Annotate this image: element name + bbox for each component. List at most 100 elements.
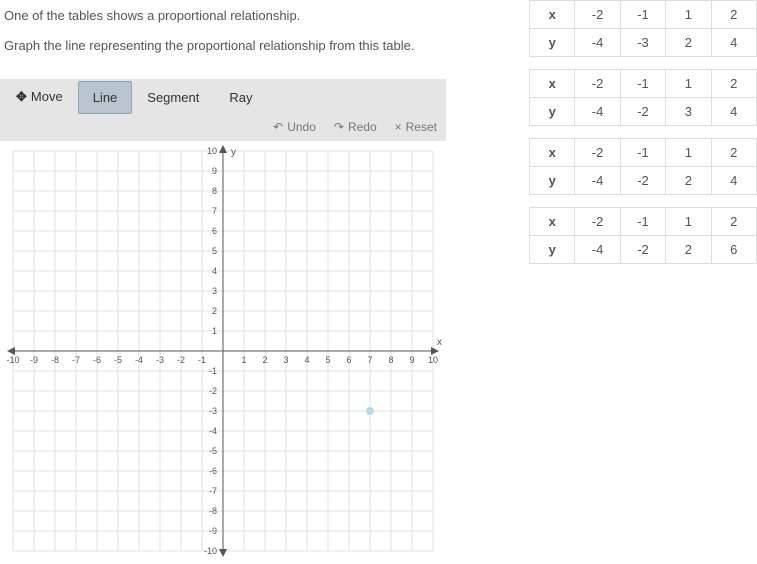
table-cell: 1 bbox=[666, 70, 711, 98]
table-cell: -2 bbox=[575, 208, 620, 236]
table-cell: 1 bbox=[666, 1, 711, 29]
table-cell: 1 bbox=[666, 208, 711, 236]
data-table-1[interactable]: x-2-112y-4-324 bbox=[529, 0, 757, 57]
svg-text:3: 3 bbox=[283, 355, 288, 365]
row-header-y: y bbox=[530, 98, 575, 126]
table-cell: -2 bbox=[620, 236, 665, 264]
svg-text:-5: -5 bbox=[209, 446, 217, 456]
redo-label: Redo bbox=[348, 120, 377, 134]
table-cell: -4 bbox=[575, 98, 620, 126]
instruction-line-2: Graph the line representing the proporti… bbox=[4, 36, 456, 56]
table-cell: -4 bbox=[575, 236, 620, 264]
data-table-3[interactable]: x-2-112y-4-224 bbox=[529, 138, 757, 195]
svg-text:-5: -5 bbox=[114, 355, 122, 365]
instructions: One of the tables shows a proportional r… bbox=[0, 0, 460, 71]
svg-text:-7: -7 bbox=[72, 355, 80, 365]
svg-text:7: 7 bbox=[212, 206, 217, 216]
table-cell: -2 bbox=[575, 139, 620, 167]
undo-icon: ↶ bbox=[273, 120, 283, 134]
svg-text:8: 8 bbox=[212, 186, 217, 196]
svg-text:9: 9 bbox=[409, 355, 414, 365]
svg-text:-2: -2 bbox=[177, 355, 185, 365]
svg-text:-8: -8 bbox=[51, 355, 59, 365]
svg-text:-3: -3 bbox=[156, 355, 164, 365]
table-cell: -1 bbox=[620, 139, 665, 167]
svg-text:10: 10 bbox=[428, 355, 438, 365]
move-tool-button[interactable]: Move bbox=[1, 80, 78, 114]
row-header-x: x bbox=[530, 1, 575, 29]
ray-tool-button[interactable]: Ray bbox=[214, 81, 267, 114]
undo-button[interactable]: ↶ Undo bbox=[273, 120, 316, 134]
table-cell: 2 bbox=[711, 1, 756, 29]
table-cell: -1 bbox=[620, 70, 665, 98]
svg-text:y: y bbox=[231, 147, 236, 158]
row-header-x: x bbox=[530, 70, 575, 98]
table-cell: -3 bbox=[620, 29, 665, 57]
svg-text:-7: -7 bbox=[209, 486, 217, 496]
svg-text:-9: -9 bbox=[209, 526, 217, 536]
svg-text:-10: -10 bbox=[204, 546, 217, 556]
svg-text:-8: -8 bbox=[209, 506, 217, 516]
undo-label: Undo bbox=[287, 120, 316, 134]
grid-svg: -10 -9 -8 -7 -6 -5 -4 -3 -2 -1 1 2 3 4 5 6 7 8 9 10 -10 -9 -8 -… bbox=[0, 141, 446, 561]
svg-text:7: 7 bbox=[367, 355, 372, 365]
svg-text:-1: -1 bbox=[198, 355, 206, 365]
instruction-line-1: One of the tables shows a proportional r… bbox=[4, 6, 456, 26]
redo-button[interactable]: ↷ Redo bbox=[334, 120, 377, 134]
svg-text:5: 5 bbox=[325, 355, 330, 365]
svg-text:6: 6 bbox=[346, 355, 351, 365]
svg-text:2: 2 bbox=[262, 355, 267, 365]
reset-button[interactable]: × Reset bbox=[395, 120, 437, 134]
row-header-y: y bbox=[530, 236, 575, 264]
svg-text:9: 9 bbox=[212, 166, 217, 176]
table-cell: -1 bbox=[620, 1, 665, 29]
svg-text:-10: -10 bbox=[6, 355, 19, 365]
data-table-4[interactable]: x-2-112y-4-226 bbox=[529, 207, 757, 264]
line-tool-button[interactable]: Line bbox=[78, 81, 133, 114]
segment-tool-button[interactable]: Segment bbox=[132, 81, 214, 114]
svg-text:1: 1 bbox=[241, 355, 246, 365]
coordinate-grid[interactable]: -10 -9 -8 -7 -6 -5 -4 -3 -2 -1 1 2 3 4 5 6 7 8 9 10 -10 -9 -8 -… bbox=[0, 141, 446, 561]
table-cell: 2 bbox=[666, 167, 711, 195]
table-cell: 2 bbox=[711, 208, 756, 236]
row-header-x: x bbox=[530, 139, 575, 167]
row-header-y: y bbox=[530, 167, 575, 195]
reset-icon: × bbox=[395, 120, 402, 134]
table-cell: 4 bbox=[711, 98, 756, 126]
table-cell: -2 bbox=[575, 1, 620, 29]
table-cell: 2 bbox=[666, 236, 711, 264]
svg-text:x: x bbox=[437, 337, 442, 348]
table-cell: 3 bbox=[666, 98, 711, 126]
tables-panel: x-2-112y-4-324x-2-112y-4-234x-2-112y-4-2… bbox=[529, 0, 757, 276]
svg-text:1: 1 bbox=[212, 326, 217, 336]
table-cell: 1 bbox=[666, 139, 711, 167]
row-header-y: y bbox=[530, 29, 575, 57]
table-cell: -4 bbox=[575, 29, 620, 57]
table-cell: -2 bbox=[620, 98, 665, 126]
svg-text:-3: -3 bbox=[209, 406, 217, 416]
row-header-x: x bbox=[530, 208, 575, 236]
plotted-point[interactable] bbox=[366, 407, 374, 415]
data-table-2[interactable]: x-2-112y-4-234 bbox=[529, 69, 757, 126]
svg-text:10: 10 bbox=[207, 146, 217, 156]
svg-text:-2: -2 bbox=[209, 386, 217, 396]
table-cell: 2 bbox=[711, 139, 756, 167]
svg-text:3: 3 bbox=[212, 286, 217, 296]
svg-text:-4: -4 bbox=[135, 355, 143, 365]
svg-text:-4: -4 bbox=[209, 426, 217, 436]
svg-text:-6: -6 bbox=[209, 466, 217, 476]
table-cell: -2 bbox=[575, 70, 620, 98]
table-cell: 2 bbox=[711, 70, 756, 98]
svg-text:-1: -1 bbox=[209, 366, 217, 376]
svg-text:4: 4 bbox=[304, 355, 309, 365]
svg-text:-9: -9 bbox=[30, 355, 38, 365]
table-cell: -1 bbox=[620, 208, 665, 236]
table-cell: -2 bbox=[620, 167, 665, 195]
graph-toolbar: Move Line Segment Ray ↶ Undo ↷ Redo × Re… bbox=[0, 79, 446, 141]
svg-text:5: 5 bbox=[212, 246, 217, 256]
table-cell: 6 bbox=[711, 236, 756, 264]
reset-label: Reset bbox=[406, 120, 437, 134]
svg-text:8: 8 bbox=[388, 355, 393, 365]
svg-text:6: 6 bbox=[212, 226, 217, 236]
svg-text:-6: -6 bbox=[93, 355, 101, 365]
